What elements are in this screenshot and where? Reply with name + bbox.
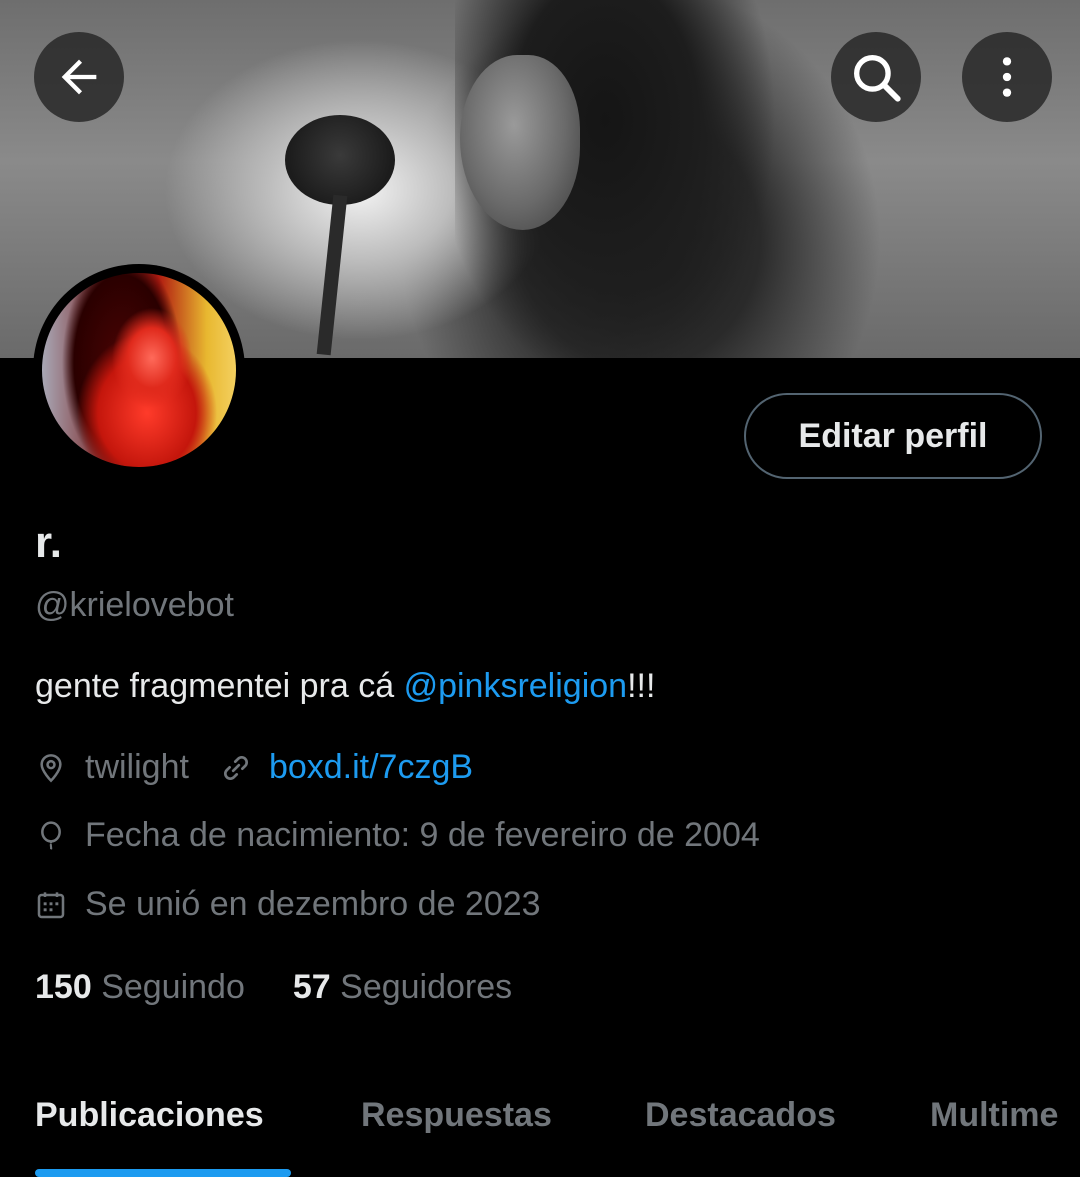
following-link[interactable]: 150 Seguindo bbox=[35, 968, 245, 1006]
joined-row: Se unió en dezembro de 2023 bbox=[35, 885, 541, 924]
following-label: Seguindo bbox=[101, 968, 245, 1006]
following-count: 150 bbox=[35, 968, 92, 1006]
followers-count: 57 bbox=[292, 968, 331, 1006]
profile-tabs: Publicaciones Respuestas Destacados Mult… bbox=[0, 1092, 1080, 1176]
avatar[interactable] bbox=[33, 264, 245, 476]
search-button[interactable] bbox=[831, 32, 921, 122]
bio-mention-link[interactable]: @pinksreligion bbox=[404, 667, 628, 705]
follow-counts: 150 Seguindo 57 Seguidores bbox=[35, 968, 512, 1007]
location-pin-icon bbox=[40, 753, 62, 782]
balloon-icon bbox=[41, 820, 61, 850]
banner-rose bbox=[285, 115, 395, 205]
display-name: r. bbox=[35, 518, 62, 567]
location-text: twilight bbox=[85, 748, 189, 786]
tab-publicaciones[interactable]: Publicaciones bbox=[35, 1096, 264, 1135]
arrow-left-icon bbox=[61, 59, 97, 95]
avatar-image bbox=[42, 273, 236, 467]
edit-profile-button[interactable]: Editar perfil bbox=[744, 393, 1042, 479]
tab-destacados[interactable]: Destacados bbox=[645, 1096, 836, 1135]
followers-link[interactable]: 57 Seguidores bbox=[293, 968, 512, 1006]
followers-label: Seguidores bbox=[340, 968, 513, 1006]
calendar-icon bbox=[37, 891, 65, 918]
joined-text: Se unió en dezembro de 2023 bbox=[85, 885, 541, 923]
profile-bio: gente fragmentei pra cá @pinksreligion!!… bbox=[35, 667, 655, 706]
banner-face bbox=[460, 55, 580, 230]
location-website-row: twilight boxd.it/7czgB bbox=[35, 748, 473, 787]
birthday-row: Fecha de nacimiento: 9 de fevereiro de 2… bbox=[35, 816, 760, 855]
user-handle: @krielovebot bbox=[35, 586, 234, 624]
more-options-button[interactable] bbox=[962, 32, 1052, 122]
tab-multimedia[interactable]: Multime bbox=[930, 1096, 1058, 1135]
link-icon bbox=[223, 755, 248, 780]
bio-text: gente fragmentei pra cá bbox=[35, 667, 404, 705]
more-vertical-icon bbox=[1002, 57, 1012, 97]
banner-rose-stem bbox=[316, 194, 348, 356]
bio-text-suffix: !!! bbox=[627, 667, 656, 705]
tab-respuestas[interactable]: Respuestas bbox=[361, 1096, 552, 1135]
website-link[interactable]: boxd.it/7czgB bbox=[269, 748, 473, 787]
back-button[interactable] bbox=[34, 32, 124, 122]
birthday-text: Fecha de nacimiento: 9 de fevereiro de 2… bbox=[85, 816, 760, 854]
search-icon bbox=[854, 55, 901, 102]
